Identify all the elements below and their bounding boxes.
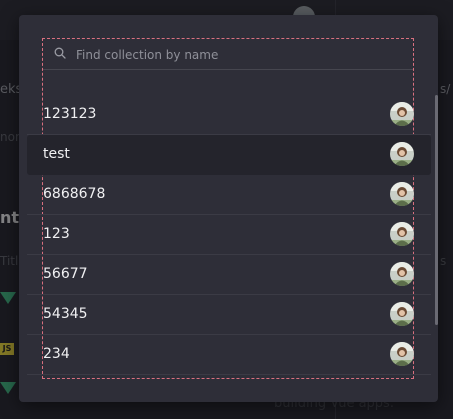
user-avatar-icon — [390, 302, 414, 326]
collection-name: 6868678 — [43, 186, 106, 202]
avatar — [390, 262, 414, 286]
collection-name: 123123 — [43, 106, 97, 122]
avatar — [390, 342, 414, 366]
collection-item[interactable]: 56677 — [27, 255, 431, 295]
search-bar — [43, 39, 413, 70]
scrollbar[interactable] — [435, 95, 438, 325]
collection-item[interactable]: 123123 — [27, 95, 431, 135]
avatar — [390, 182, 414, 206]
collection-item[interactable]: 6868678 — [27, 175, 431, 215]
collection-item[interactable]: 54345 — [27, 295, 431, 335]
avatar — [390, 102, 414, 126]
search-input[interactable] — [74, 44, 408, 66]
user-avatar-icon — [390, 142, 414, 166]
collection-item[interactable]: 123 — [27, 215, 431, 255]
collection-list: 123123 test 6868678 123 56677 54345 234 — [27, 95, 431, 375]
user-avatar-icon — [390, 182, 414, 206]
user-avatar-icon — [390, 222, 414, 246]
avatar — [390, 302, 414, 326]
collection-picker-modal: 123123 test 6868678 — [19, 15, 438, 402]
collection-name: 54345 — [43, 306, 88, 322]
collection-name: 123 — [43, 226, 70, 242]
search-icon — [54, 47, 66, 59]
user-avatar-icon — [390, 102, 414, 126]
user-avatar-icon — [390, 262, 414, 286]
collection-item[interactable]: test — [27, 135, 431, 175]
collection-name: 234 — [43, 346, 70, 362]
collection-item[interactable]: 234 — [27, 335, 431, 375]
avatar — [390, 222, 414, 246]
user-avatar-icon — [390, 342, 414, 366]
collection-name: 56677 — [43, 266, 88, 282]
collection-name: test — [43, 146, 70, 162]
avatar — [390, 142, 414, 166]
